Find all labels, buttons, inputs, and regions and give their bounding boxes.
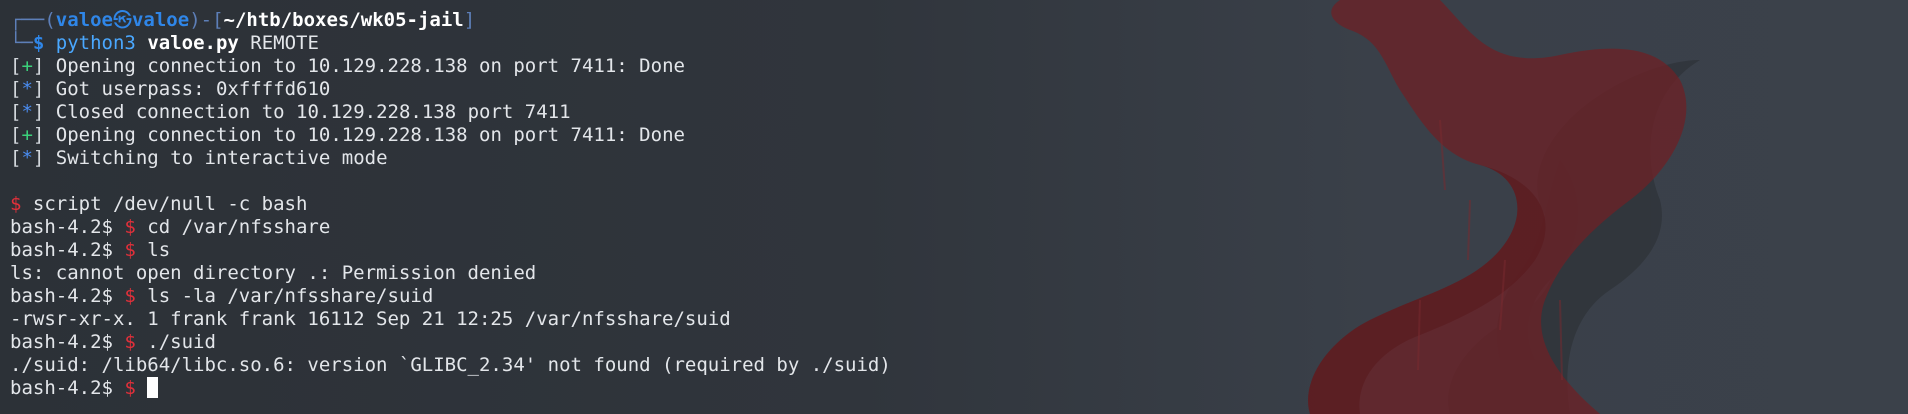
shell-command: ls -la /var/nfsshare/suid xyxy=(135,285,434,307)
output-line: [+] Opening connection to 10.129.228.138… xyxy=(10,124,685,146)
prompt-frame-close: ] xyxy=(463,9,476,31)
status-plus-marker: + xyxy=(21,124,33,146)
shell-line: bash-4.2$ $ ls xyxy=(10,239,891,262)
prompt-path: ~/htb/boxes/wk05-jail xyxy=(223,9,464,31)
output-text: Switching to interactive mode xyxy=(44,147,388,169)
shell-dollar: $ xyxy=(124,377,136,399)
shell-command: cd /var/nfsshare xyxy=(135,216,331,238)
shell-output: -rwsr-xr-x. 1 frank frank 16112 Sep 21 1… xyxy=(10,308,731,330)
shell-command: ./suid xyxy=(135,331,216,353)
prompt-corner: └─ xyxy=(10,32,33,54)
status-star-marker: * xyxy=(21,147,33,169)
terminal-window[interactable]: ┌──(valoe㉿valoe)-[~/htb/boxes/wk05-jail]… xyxy=(0,0,1908,414)
shell-output: ./suid: /lib64/libc.so.6: version `GLIBC… xyxy=(10,354,891,376)
prompt-at-icon: ㉿ xyxy=(112,9,132,31)
shell-prompt: bash-4.2$ xyxy=(10,239,125,261)
prompt-user: valoe xyxy=(55,9,113,31)
shell-prompt: bash-4.2$ xyxy=(10,377,125,399)
command-program: python3 xyxy=(55,32,136,54)
shell-dollar: $ xyxy=(124,331,136,353)
output-line: [*] Closed connection to 10.129.228.138 … xyxy=(10,101,571,123)
output-line: [+] Opening connection to 10.129.228.138… xyxy=(10,55,685,77)
shell-dollar: $ xyxy=(124,239,136,261)
status-star-marker: * xyxy=(21,101,33,123)
output-text: Opening connection to 10.129.228.138 on … xyxy=(44,55,685,77)
output-line: [*] Switching to interactive mode xyxy=(10,147,388,169)
shell-output: ls: cannot open directory .: Permission … xyxy=(10,262,537,284)
block-cursor-icon[interactable] xyxy=(147,377,159,398)
shell-dollar: $ xyxy=(10,193,22,215)
prompt-dollar: $ xyxy=(32,32,45,54)
output-text: Got userpass: 0xffffd610 xyxy=(44,78,331,100)
status-star-marker: * xyxy=(21,78,33,100)
shell-prompt: bash-4.2$ xyxy=(10,331,125,353)
shell-dollar: $ xyxy=(124,285,136,307)
command-line: └─$ python3 valoe.py REMOTE xyxy=(10,32,891,55)
command-arg: REMOTE xyxy=(238,32,319,54)
output-line: [*] Got userpass: 0xffffd610 xyxy=(10,78,331,100)
shell-command: ls xyxy=(135,239,171,261)
shell-line: bash-4.2$ $ ls -la /var/nfsshare/suid xyxy=(10,285,891,308)
shell-command: script /dev/null -c bash xyxy=(21,193,308,215)
output-text: Opening connection to 10.129.228.138 on … xyxy=(44,124,685,146)
prompt-host: valoe xyxy=(131,9,190,31)
shell-line: bash-4.2$ $ cd /var/nfsshare xyxy=(10,216,891,239)
shell-line: bash-4.2$ $ ./suid xyxy=(10,331,891,354)
prompt-frame-mid: )-[ xyxy=(189,9,224,31)
shell-prompt: bash-4.2$ xyxy=(10,216,125,238)
prompt-header-line: ┌──(valoe㉿valoe)-[~/htb/boxes/wk05-jail] xyxy=(10,9,891,32)
output-text: Closed connection to 10.129.228.138 port… xyxy=(44,101,571,123)
command-file: valoe.py xyxy=(147,32,239,54)
shell-prompt: bash-4.2$ xyxy=(10,285,125,307)
shell-dollar: $ xyxy=(124,216,136,238)
shell-input-line[interactable]: bash-4.2$ $ xyxy=(10,377,891,400)
prompt-frame: ┌──( xyxy=(10,9,56,31)
shell-line: $ script /dev/null -c bash xyxy=(10,193,891,216)
status-plus-marker: + xyxy=(21,55,33,77)
